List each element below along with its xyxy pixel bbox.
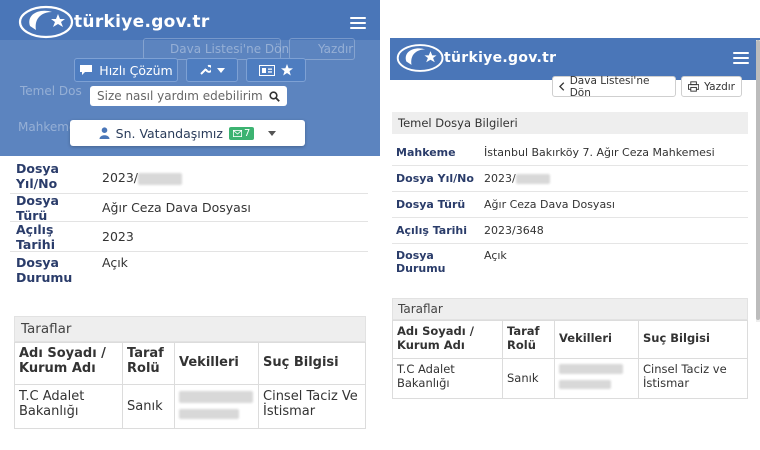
redacted-block bbox=[138, 172, 183, 185]
redacted-block bbox=[179, 391, 253, 403]
help-search-input[interactable]: Size nasıl yardım edebilirim bbox=[90, 86, 287, 106]
parties-table: Adı Soyadı / Kurum Adı Taraf Rolü Vekill… bbox=[392, 320, 748, 399]
wrench-icon bbox=[200, 64, 211, 75]
detail-row-file-type: Dosya Türü Ağır Ceza Dava Dosyası bbox=[392, 192, 748, 218]
col-crime-header: Suç Bilgisi bbox=[638, 320, 748, 359]
detail-key: Açılış Tarihi bbox=[396, 224, 468, 237]
detail-value: 2023/ bbox=[98, 158, 368, 193]
detail-value: Ağır Ceza Dava Dosyası bbox=[484, 198, 615, 211]
basic-file-info-heading: Temel Dosya Bilgileri bbox=[392, 112, 748, 134]
detail-key: Dosya Yıl/No bbox=[396, 172, 474, 185]
detail-row-file-status: Dosya Durumu Açık bbox=[10, 252, 368, 292]
detail-row-opening-date: Açılış Tarihi 2023/3648 bbox=[392, 218, 748, 244]
help-search-placeholder: Size nasıl yardım edebilirim bbox=[97, 89, 263, 103]
ghost-print-label: Yazdır bbox=[318, 42, 354, 56]
chat-bubble-icon bbox=[80, 65, 93, 75]
detail-value: 2023/3648 bbox=[484, 224, 544, 237]
table-row: T.C Adalet Bakanlığı Sanık Cinsel Taciz … bbox=[392, 358, 748, 399]
site-logo[interactable]: türkiye.gov.tr bbox=[396, 42, 556, 74]
detail-row-opening-date: Açılış Tarihi 2023 bbox=[10, 222, 368, 252]
id-card-favorites-button[interactable] bbox=[246, 58, 306, 82]
table-row: T.C Adalet Bakanlığı Sanık Cinsel Taciz … bbox=[14, 384, 366, 429]
parties-title: Taraflar bbox=[392, 298, 748, 320]
crescent-star-icon bbox=[18, 5, 74, 39]
party-name: T.C Adalet Bakanlığı bbox=[14, 384, 123, 429]
redacted-block bbox=[515, 174, 550, 184]
printer-icon bbox=[688, 81, 700, 92]
message-count-badge[interactable]: 7 bbox=[228, 126, 255, 140]
table-header-row: Adı Soyadı / Kurum Adı Taraf Rolü Vekill… bbox=[392, 320, 748, 359]
right-screenshot: türkiye.gov.tr Dava Listesi'ne Dön Yazdı… bbox=[380, 0, 760, 450]
envelope-icon bbox=[232, 129, 242, 137]
detail-value: 2023 bbox=[102, 229, 134, 244]
user-icon bbox=[99, 127, 110, 139]
citizen-label: Sn. Vatandaşımız bbox=[115, 125, 223, 141]
col-name-header: Adı Soyadı / Kurum Adı bbox=[14, 342, 123, 385]
quick-solution-button[interactable]: Hızlı Çözüm bbox=[74, 58, 178, 82]
detail-key: Dosya Türü bbox=[396, 198, 466, 211]
site-logo[interactable]: türkiye.gov.tr bbox=[18, 4, 210, 40]
parties-section: Taraflar Adı Soyadı / Kurum Adı Taraf Ro… bbox=[392, 298, 748, 399]
party-lawyers bbox=[554, 358, 639, 399]
detail-key: Mahkeme bbox=[396, 146, 456, 159]
case-details-list: Dosya Yıl/No 2023/ Dosya Türü Ağır Ceza … bbox=[10, 158, 368, 292]
tools-dropdown-button[interactable] bbox=[186, 58, 238, 82]
detail-row-court: Mahkeme İstanbul Bakırköy 7. Ağır Ceza M… bbox=[392, 140, 748, 166]
col-crime-header: Suç Bilgisi bbox=[258, 342, 366, 385]
detail-key: Açılış Tarihi bbox=[16, 221, 55, 252]
detail-key: Dosya Durumu bbox=[16, 255, 73, 285]
ghost-temel-label: Temel Dos bbox=[20, 84, 82, 98]
logo-text: türkiye.gov.tr bbox=[444, 50, 557, 66]
detail-value: Ağır Ceza Dava Dosyası bbox=[102, 200, 251, 215]
redacted-block bbox=[559, 380, 611, 389]
left-screenshot: Dava Listesi'ne Dön Yazdır Temel Dos Mah… bbox=[0, 0, 380, 450]
col-role-header: Taraf Rolü bbox=[122, 342, 175, 385]
detail-key: Dosya Yıl/No bbox=[16, 161, 59, 191]
redacted-block bbox=[559, 364, 623, 374]
menu-icon[interactable] bbox=[733, 52, 749, 64]
parties-table: Adı Soyadı / Kurum Adı Taraf Rolü Vekill… bbox=[14, 342, 366, 429]
ghost-mahkeme-label: Mahkeme bbox=[18, 120, 77, 134]
parties-title: Taraflar bbox=[14, 316, 366, 342]
message-count: 7 bbox=[243, 127, 251, 139]
detail-value: 2023/ bbox=[480, 169, 748, 188]
back-to-case-list-button[interactable]: Dava Listesi'ne Dön bbox=[552, 74, 676, 99]
party-crime: Cinsel Taciz ve İstismar bbox=[638, 358, 748, 399]
party-crime: Cinsel Taciz Ve İstismar bbox=[258, 384, 366, 429]
party-name: T.C Adalet Bakanlığı bbox=[392, 358, 503, 399]
ghost-back-label: Dava Listesi'ne Dön bbox=[170, 42, 290, 56]
quick-solution-label: Hızlı Çözüm bbox=[99, 62, 173, 78]
print-button[interactable]: Yazdır bbox=[681, 76, 742, 97]
party-role: Sanık bbox=[122, 384, 175, 429]
crescent-star-icon bbox=[396, 44, 444, 72]
table-header-row: Adı Soyadı / Kurum Adı Taraf Rolü Vekill… bbox=[14, 342, 366, 385]
search-icon[interactable] bbox=[269, 90, 280, 102]
print-label: Yazdır bbox=[704, 80, 735, 93]
col-lawyers-header: Vekilleri bbox=[174, 342, 259, 385]
detail-value: İstanbul Bakırköy 7. Ağır Ceza Mahkemesi bbox=[484, 146, 715, 159]
col-role-header: Taraf Rolü bbox=[502, 320, 555, 359]
detail-key: Dosya Durumu bbox=[396, 249, 446, 275]
detail-value: Açık bbox=[484, 249, 507, 262]
citizen-account-menu[interactable]: Sn. Vatandaşımız 7 bbox=[70, 120, 305, 146]
case-details-list: Mahkeme İstanbul Bakırköy 7. Ağır Ceza M… bbox=[392, 140, 748, 280]
star-icon bbox=[281, 64, 293, 76]
detail-row-file-number: Dosya Yıl/No 2023/ bbox=[392, 166, 748, 192]
menu-icon[interactable] bbox=[350, 17, 366, 29]
back-to-case-list-label: Dava Listesi'ne Dön bbox=[569, 74, 650, 99]
scrollbar-thumb[interactable] bbox=[756, 40, 760, 320]
id-card-icon bbox=[259, 64, 275, 76]
detail-value: Açık bbox=[102, 255, 128, 270]
parties-section: Taraflar Adı Soyadı / Kurum Adı Taraf Ro… bbox=[14, 316, 366, 429]
chevron-left-icon bbox=[559, 82, 565, 91]
party-lawyers bbox=[174, 384, 259, 429]
caret-down-icon bbox=[268, 130, 277, 136]
detail-row-file-status: Dosya Durumu Açık bbox=[392, 244, 748, 280]
party-role: Sanık bbox=[502, 358, 555, 399]
col-lawyers-header: Vekilleri bbox=[554, 320, 639, 359]
col-name-header: Adı Soyadı / Kurum Adı bbox=[392, 320, 503, 359]
caret-down-icon bbox=[217, 67, 225, 73]
logo-text: türkiye.gov.tr bbox=[74, 12, 210, 32]
redacted-block bbox=[179, 409, 239, 419]
